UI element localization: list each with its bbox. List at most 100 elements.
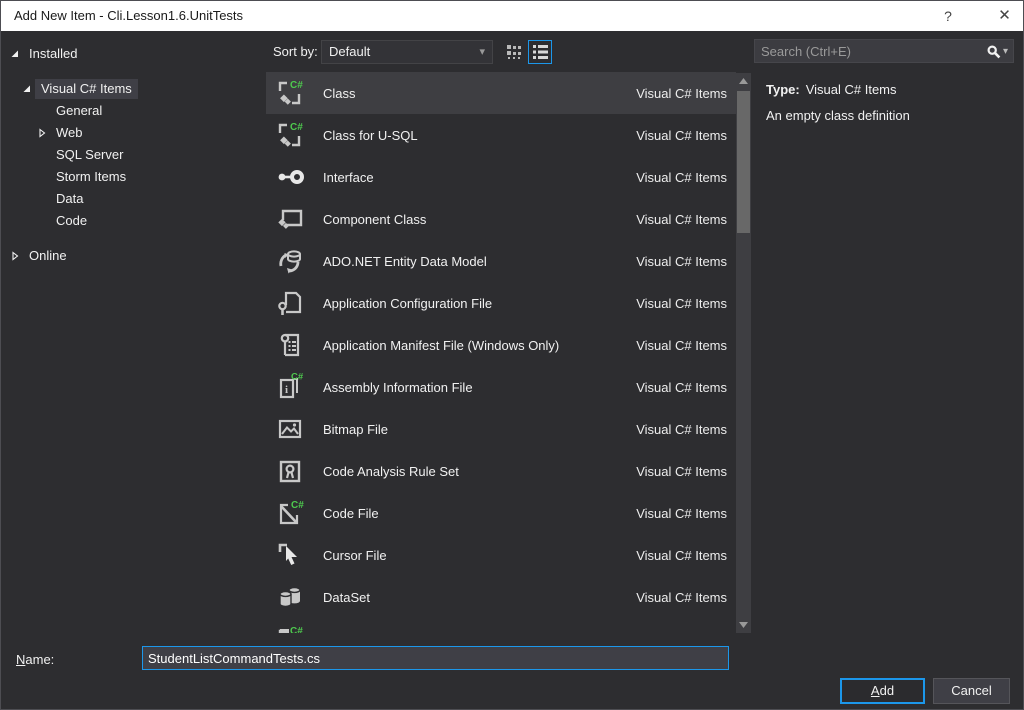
list-item-class[interactable]: C# Class Visual C# Items [266, 72, 736, 114]
chevron-expanded-icon [10, 49, 20, 59]
tree-label: Storm Items [55, 167, 132, 187]
tree-node-web[interactable]: Web [1, 122, 263, 144]
tree-node-general[interactable]: General [1, 100, 263, 122]
template-name: Assembly Information File [323, 380, 636, 395]
name-input[interactable] [142, 646, 729, 670]
list-item-component-class[interactable]: Component Class Visual C# Items [266, 198, 736, 240]
list-view-button[interactable] [528, 40, 552, 64]
chevron-expanded-icon [22, 84, 32, 94]
tree-node-data[interactable]: Data [1, 188, 263, 210]
assembly-info-file-icon: i C# [274, 371, 306, 403]
template-category: Visual C# Items [636, 86, 727, 101]
list-item-bitmap-file[interactable]: Bitmap File Visual C# Items [266, 408, 736, 450]
template-name: Debugger Visualizer [323, 632, 636, 634]
list-item-interface[interactable]: Interface Visual C# Items [266, 156, 736, 198]
scroll-up-icon[interactable] [736, 73, 751, 89]
list-item-cursor-file[interactable]: Cursor File Visual C# Items [266, 534, 736, 576]
svg-text:C#: C# [290, 122, 303, 133]
list-item-dataset[interactable]: DataSet Visual C# Items [266, 576, 736, 618]
close-button[interactable]: ✕ [984, 1, 1024, 31]
component-class-icon [274, 203, 306, 235]
svg-text:C#: C# [290, 80, 303, 91]
template-category: Visual C# Items [636, 338, 727, 353]
csharp-class-icon: C# [274, 77, 306, 109]
template-category: Visual C# Items [636, 296, 727, 311]
list-scrollbar[interactable] [736, 73, 751, 633]
tree-node-sql-server[interactable]: SQL Server [1, 144, 263, 166]
template-name: Bitmap File [323, 422, 636, 437]
dialog-title: Add New Item - Cli.Lesson1.6.UnitTests [14, 8, 243, 23]
template-details: Type:Visual C# Items An empty class defi… [766, 77, 1009, 129]
sort-dropdown-value: Default [329, 44, 370, 59]
search-icon[interactable] [986, 44, 1001, 59]
csharp-class-icon: C# [274, 119, 306, 151]
tree-node-code[interactable]: Code [1, 210, 263, 232]
interface-icon [274, 161, 306, 193]
title-bar: Add New Item - Cli.Lesson1.6.UnitTests ?… [1, 1, 1023, 31]
tree-label: Online [28, 246, 73, 266]
help-button[interactable]: ? [926, 1, 970, 31]
sort-by-label: Sort by: [273, 44, 318, 59]
list-item-assembly-information-file[interactable]: i C# Assembly Information File Visual C#… [266, 366, 736, 408]
tree-label: SQL Server [55, 145, 129, 165]
template-panel: Sort by: Default ▾ [266, 31, 751, 643]
tree-label: General [55, 101, 108, 121]
list-item-application-configuration-file[interactable]: Application Configuration File Visual C#… [266, 282, 736, 324]
svg-text:C#: C# [290, 626, 303, 633]
app-manifest-file-icon [274, 329, 306, 361]
template-description: An empty class definition [766, 103, 1009, 129]
tree-label: Web [55, 123, 89, 143]
template-name: Class for U-SQL [323, 128, 636, 143]
template-name: Code Analysis Rule Set [323, 464, 636, 479]
list-view-icon [533, 45, 548, 59]
small-icons-view-icon [507, 45, 522, 60]
list-item-debugger-visualizer[interactable]: C# Debugger Visualizer Visual C# Items [266, 618, 736, 633]
bitmap-file-icon [274, 413, 306, 445]
entity-data-model-icon [274, 245, 306, 277]
svg-text:C#: C# [291, 500, 304, 511]
scroll-down-icon[interactable] [736, 617, 751, 633]
template-name: Application Manifest File (Windows Only) [323, 338, 636, 353]
chevron-collapsed-icon [10, 251, 20, 261]
template-name: DataSet [323, 590, 636, 605]
tree-label: Data [55, 189, 89, 209]
list-item-code-file[interactable]: C# Code File Visual C# Items [266, 492, 736, 534]
category-tree: Installed Visual C# Items General Web SQ… [1, 31, 263, 639]
search-input[interactable] [755, 44, 984, 59]
tree-label: Visual C# Items [35, 79, 138, 99]
template-category: Visual C# Items [636, 422, 727, 437]
tree-node-storm-items[interactable]: Storm Items [1, 166, 263, 188]
type-label: Type: [766, 82, 800, 97]
details-panel: ▾ Type:Visual C# Items An empty class de… [753, 31, 1015, 639]
tree-node-installed[interactable]: Installed [1, 43, 263, 65]
add-button[interactable]: Add [840, 678, 925, 704]
template-name: Cursor File [323, 548, 636, 563]
template-name: Interface [323, 170, 636, 185]
chevron-collapsed-icon [37, 128, 47, 138]
code-analysis-rule-set-icon [274, 455, 306, 487]
template-category: Visual C# Items [636, 590, 727, 605]
template-name: Component Class [323, 212, 636, 227]
template-name: Application Configuration File [323, 296, 636, 311]
tree-node-online[interactable]: Online [1, 245, 263, 267]
chevron-down-icon: ▾ [479, 41, 485, 63]
dataset-icon [274, 581, 306, 613]
template-category: Visual C# Items [636, 506, 727, 521]
template-category: Visual C# Items [636, 632, 727, 634]
name-label: Name: [16, 652, 54, 667]
list-item-class-for-usql[interactable]: C# Class for U-SQL Visual C# Items [266, 114, 736, 156]
scrollbar-thumb[interactable] [737, 91, 750, 233]
tree-node-visual-csharp-items[interactable]: Visual C# Items [1, 78, 263, 100]
cursor-file-icon [274, 539, 306, 571]
list-item-application-manifest-file[interactable]: Application Manifest File (Windows Only)… [266, 324, 736, 366]
template-name: ADO.NET Entity Data Model [323, 254, 636, 269]
template-name: Class [323, 86, 636, 101]
sort-dropdown[interactable]: Default ▾ [321, 40, 493, 64]
search-options-chevron-icon[interactable]: ▾ [1003, 46, 1008, 57]
add-new-item-dialog: Add New Item - Cli.Lesson1.6.UnitTests ?… [0, 0, 1024, 710]
cancel-button[interactable]: Cancel [933, 678, 1010, 704]
small-icons-view-button[interactable] [502, 40, 526, 64]
list-item-code-analysis-rule-set[interactable]: Code Analysis Rule Set Visual C# Items [266, 450, 736, 492]
tree-label: Installed [28, 44, 83, 64]
list-item-ado-net-entity-data-model[interactable]: ADO.NET Entity Data Model Visual C# Item… [266, 240, 736, 282]
